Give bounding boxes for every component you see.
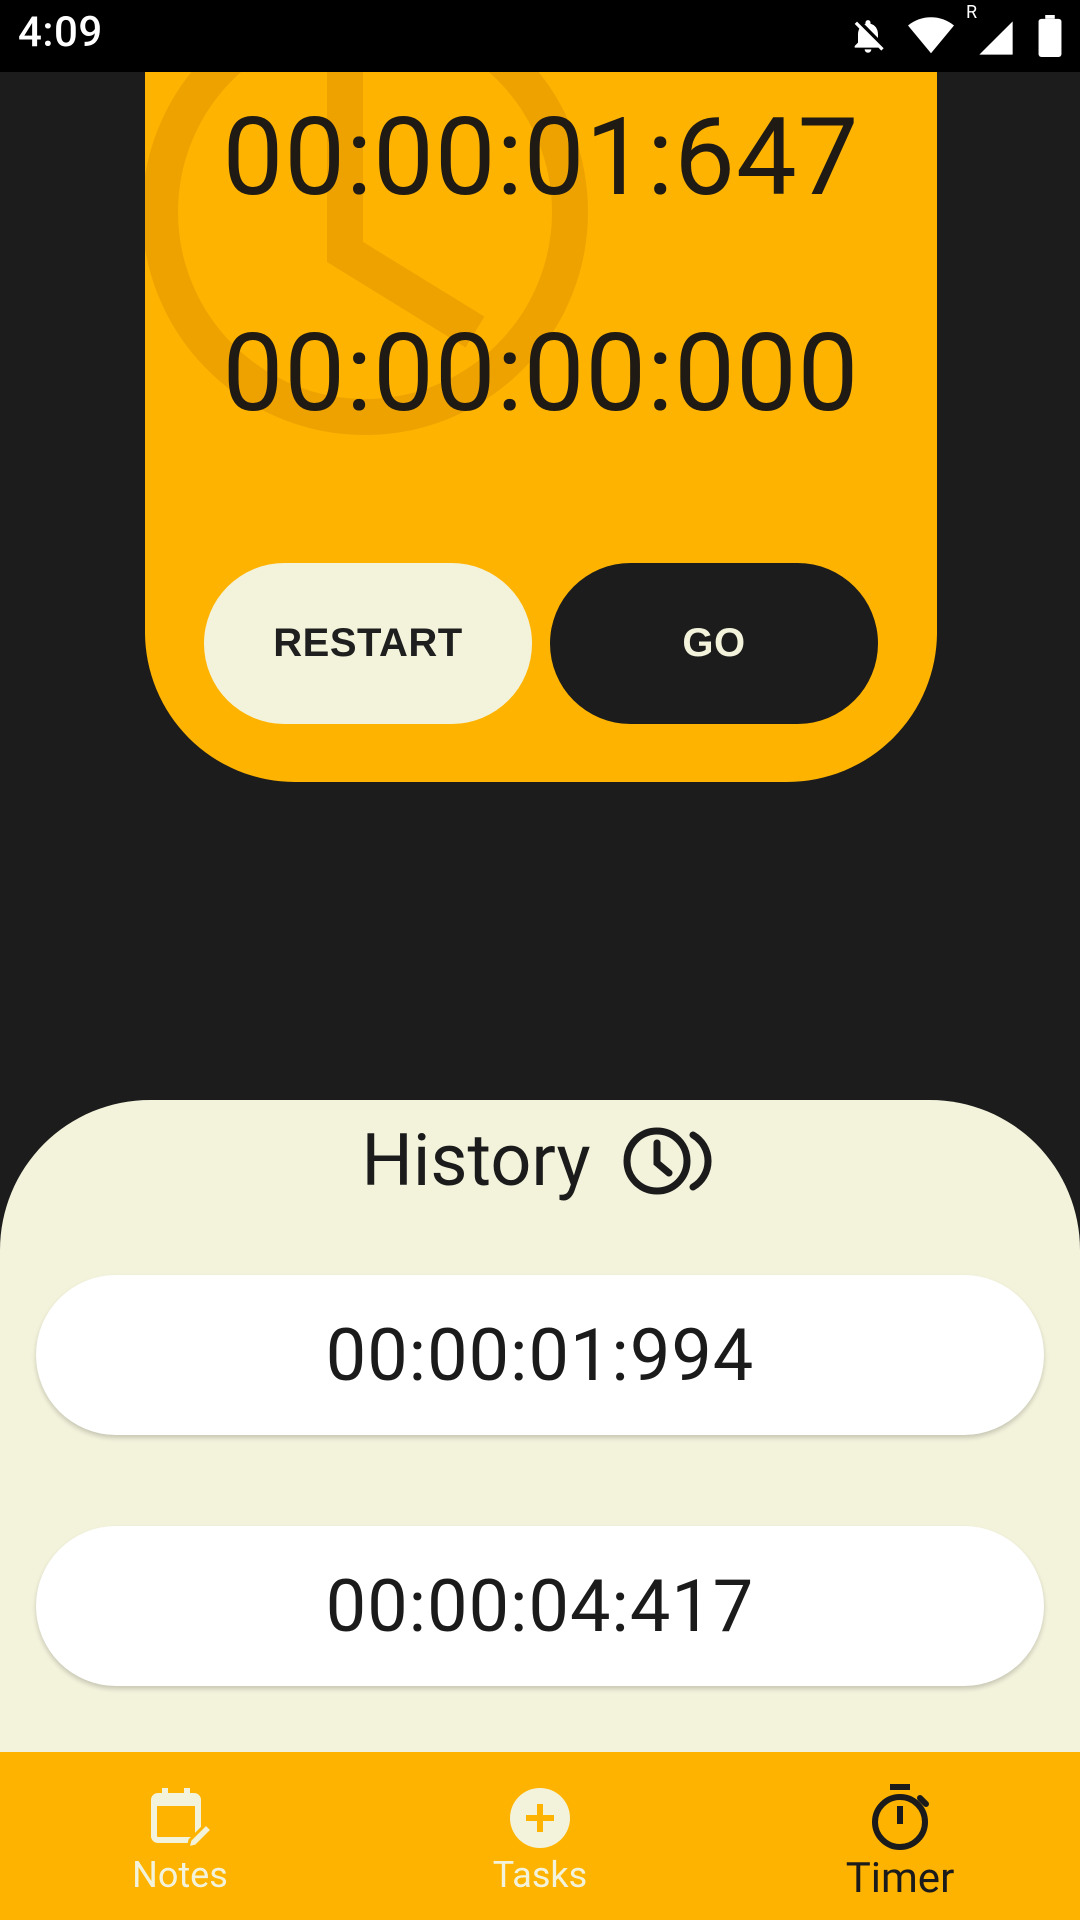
restart-button[interactable]: RESTART bbox=[204, 563, 532, 724]
history-panel: History 00:00:01:994 00:00:04:417 bbox=[0, 1100, 1080, 1752]
roaming-signal-icon: R bbox=[966, 2, 1018, 58]
nav-item-notes[interactable]: Notes bbox=[0, 1752, 360, 1920]
stopwatch-icon bbox=[872, 1784, 929, 1850]
status-icons: R bbox=[848, 2, 1062, 58]
lap-time-display: 00:00:00:000 bbox=[222, 311, 860, 437]
status-bar: 4:09 R bbox=[0, 0, 1080, 72]
bottom-nav: Notes Tasks Timer bbox=[0, 1752, 1080, 1920]
nav-item-tasks[interactable]: Tasks bbox=[360, 1752, 720, 1920]
nav-label-notes: Notes bbox=[132, 1854, 228, 1896]
wifi-icon bbox=[908, 17, 954, 54]
history-icon bbox=[623, 1127, 712, 1194]
history-item[interactable]: 00:00:01:994 bbox=[36, 1275, 1044, 1435]
notifications-off-icon bbox=[854, 20, 884, 53]
battery-icon bbox=[1038, 15, 1062, 57]
go-button[interactable]: GO bbox=[550, 563, 878, 724]
nav-item-timer[interactable]: Timer bbox=[720, 1752, 1080, 1920]
nav-label-tasks: Tasks bbox=[492, 1854, 588, 1896]
history-title: History bbox=[361, 1118, 591, 1203]
status-time: 4:09 bbox=[18, 8, 103, 57]
add-circle-icon bbox=[510, 1788, 570, 1848]
main-time-display: 00:00:01:647 bbox=[222, 95, 860, 221]
nav-label-timer: Timer bbox=[845, 1854, 955, 1903]
timer-card: 00:00:01:647 00:00:00:000 RESTART GO bbox=[145, 72, 937, 782]
roaming-label: R bbox=[966, 2, 978, 23]
calendar-edit-icon bbox=[151, 1788, 215, 1851]
history-item[interactable]: 00:00:04:417 bbox=[36, 1526, 1044, 1686]
history-header: History bbox=[0, 1118, 1080, 1203]
